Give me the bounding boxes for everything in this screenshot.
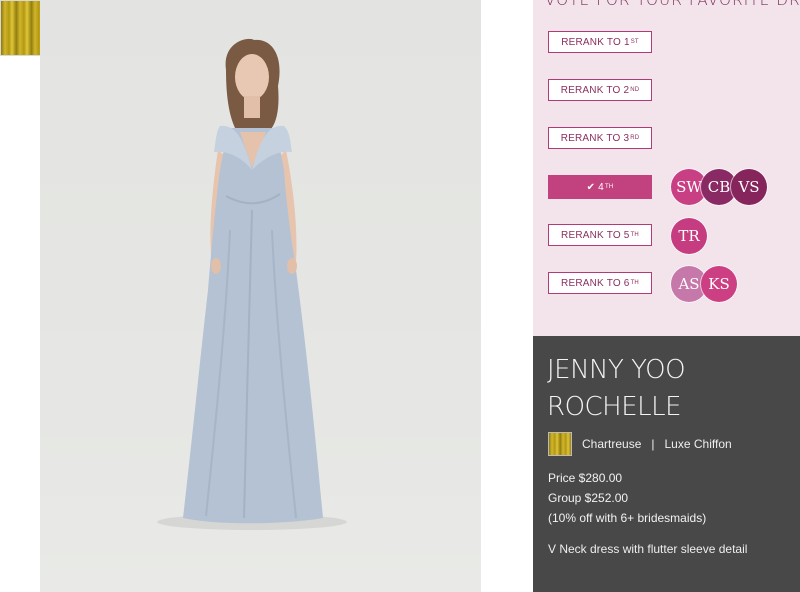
rerank-3rd-button[interactable]: RERANK TO 3 RD bbox=[548, 127, 652, 149]
price: Price $280.00 bbox=[548, 471, 623, 485]
color-swatch[interactable] bbox=[548, 432, 572, 456]
group-discount-note: (10% off with 6+ bridesmaids) bbox=[548, 511, 707, 525]
divider: | bbox=[651, 437, 655, 451]
voter-avatar[interactable]: VS bbox=[731, 169, 767, 205]
product-info-panel: JENNY YOO ROCHELLE Chartreuse | Luxe Chi… bbox=[533, 336, 800, 592]
rank-6-voters: AS KS bbox=[671, 266, 737, 302]
rank-4-voters: SW CB VS bbox=[671, 169, 767, 205]
price-block: Price $280.00 Group $252.00 (10% off wit… bbox=[548, 468, 706, 528]
color-fabric-row: Chartreuse | Luxe Chiffon bbox=[548, 432, 732, 456]
rerank-6th-button[interactable]: RERANK TO 6 TH bbox=[548, 272, 652, 294]
group-price: Group $252.00 bbox=[548, 491, 629, 505]
vote-title: VOTE FOR YOUR FAVORITE DRE bbox=[545, 0, 800, 9]
color-name: Chartreuse bbox=[582, 437, 642, 451]
fabric-name: Luxe Chiffon bbox=[664, 437, 732, 451]
vote-title-text: VOTE FOR YOUR FAVORITE DRE bbox=[545, 0, 800, 9]
rerank-1st-button[interactable]: RERANK TO 1 ST bbox=[548, 31, 652, 53]
current-rank-4th-button[interactable]: ✔ 4 TH bbox=[548, 175, 652, 199]
product-photo bbox=[40, 0, 481, 592]
rerank-2nd-button[interactable]: RERANK TO 2 ND bbox=[548, 79, 652, 101]
voter-avatar[interactable]: TR bbox=[671, 218, 707, 254]
brand-name: JENNY YOO bbox=[547, 355, 686, 385]
product-title: JENNY YOO ROCHELLE bbox=[547, 352, 686, 426]
model-illustration bbox=[157, 38, 347, 530]
vote-panel: VOTE FOR YOUR FAVORITE DRE RERANK TO 1 ST… bbox=[533, 0, 800, 336]
rank-5-voters: TR bbox=[671, 218, 707, 254]
product-description: V Neck dress with flutter sleeve detail bbox=[548, 542, 748, 556]
style-name: ROCHELLE bbox=[547, 392, 682, 422]
rerank-5th-button[interactable]: RERANK TO 5 TH bbox=[548, 224, 652, 246]
voter-avatar[interactable]: KS bbox=[701, 266, 737, 302]
